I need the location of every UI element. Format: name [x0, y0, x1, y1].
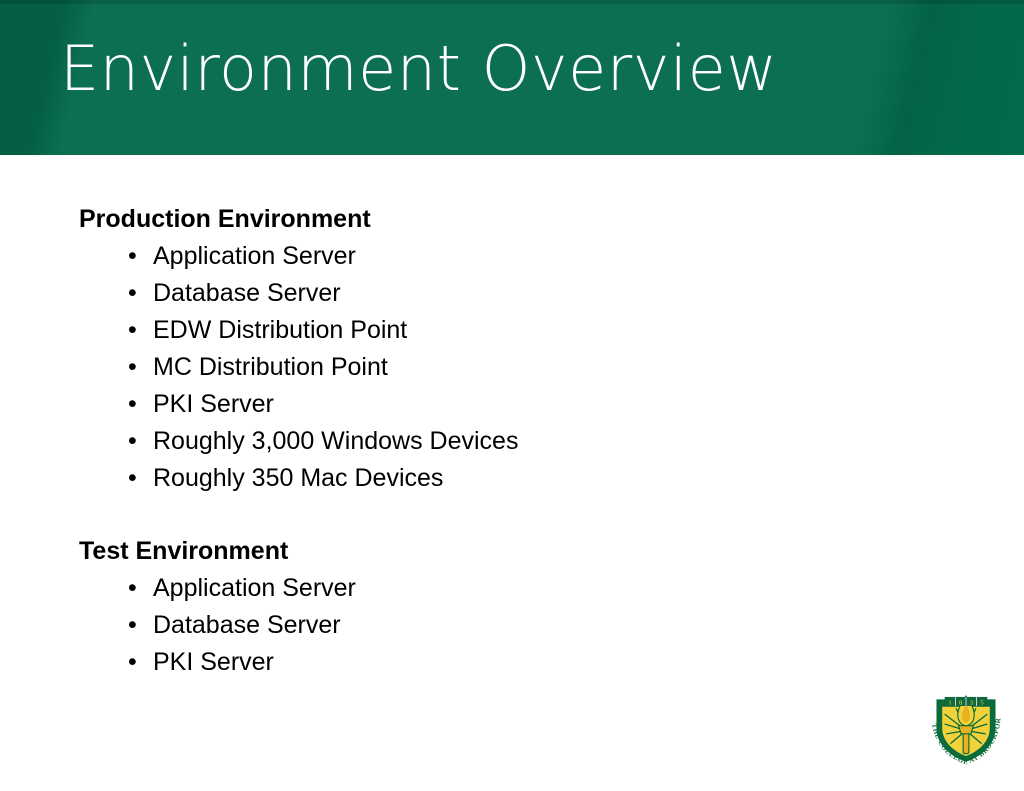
list-item: • MC Distribution Point — [128, 349, 959, 386]
bullet-icon: • — [128, 648, 137, 676]
bullet-icon: • — [128, 611, 137, 639]
title-banner: Environment Overview — [0, 0, 1024, 155]
list-item: • PKI Server — [128, 644, 959, 681]
bullet-icon: • — [128, 427, 137, 455]
group-test-environment: Test Environment • Application Server • … — [79, 533, 959, 681]
banner-top-accent — [0, 0, 1024, 4]
list-item: • Roughly 3,000 Windows Devices — [128, 423, 959, 460]
list-item: • EDW Distribution Point — [128, 312, 959, 349]
list-item-label: Application Server — [153, 242, 356, 270]
bullet-icon: • — [128, 574, 137, 602]
torch-cup — [957, 725, 975, 735]
list-item-label: Application Server — [153, 574, 356, 602]
list-item-label: Roughly 350 Mac Devices — [153, 464, 444, 492]
bullet-icon: • — [128, 464, 137, 492]
list-item-label: PKI Server — [153, 390, 274, 418]
bullet-icon: • — [128, 242, 137, 270]
list-item-label: Database Server — [153, 611, 341, 639]
bullet-list: • Application Server • Database Server •… — [79, 570, 959, 681]
list-item: • PKI Server — [128, 386, 959, 423]
list-item: • Application Server — [128, 238, 959, 275]
list-item: • Application Server — [128, 570, 959, 607]
list-item-label: PKI Server — [153, 648, 274, 676]
list-item: • Database Server — [128, 607, 959, 644]
bullet-icon: • — [128, 390, 137, 418]
list-item-label: Database Server — [153, 279, 341, 307]
list-item: • Roughly 350 Mac Devices — [128, 460, 959, 497]
bullet-icon: • — [128, 353, 137, 381]
college-crest-logo: 1 8 3 5 THE COLLEGE AT BROCKPORT — [925, 683, 1007, 765]
bullet-icon: • — [128, 279, 137, 307]
slide: Environment Overview Production Environm… — [0, 0, 1024, 791]
list-item-label: Roughly 3,000 Windows Devices — [153, 427, 519, 455]
list-item-label: EDW Distribution Point — [153, 316, 408, 344]
bullet-icon: • — [128, 316, 137, 344]
list-item: • Database Server — [128, 275, 959, 312]
crest-icon: 1 8 3 5 THE COLLEGE AT BROCKPORT — [925, 683, 1002, 765]
bullet-list: • Application Server • Database Server •… — [79, 238, 959, 497]
group-heading: Production Environment — [79, 205, 371, 233]
content-block: Production Environment • Application Ser… — [79, 201, 959, 681]
list-item-label: MC Distribution Point — [153, 353, 388, 381]
group-production-environment: Production Environment • Application Ser… — [79, 201, 959, 497]
slide-body: Production Environment • Application Ser… — [0, 155, 1024, 791]
page-title: Environment Overview — [60, 32, 778, 105]
year-digit-1: 1 — [948, 699, 951, 706]
group-heading: Test Environment — [79, 537, 289, 565]
